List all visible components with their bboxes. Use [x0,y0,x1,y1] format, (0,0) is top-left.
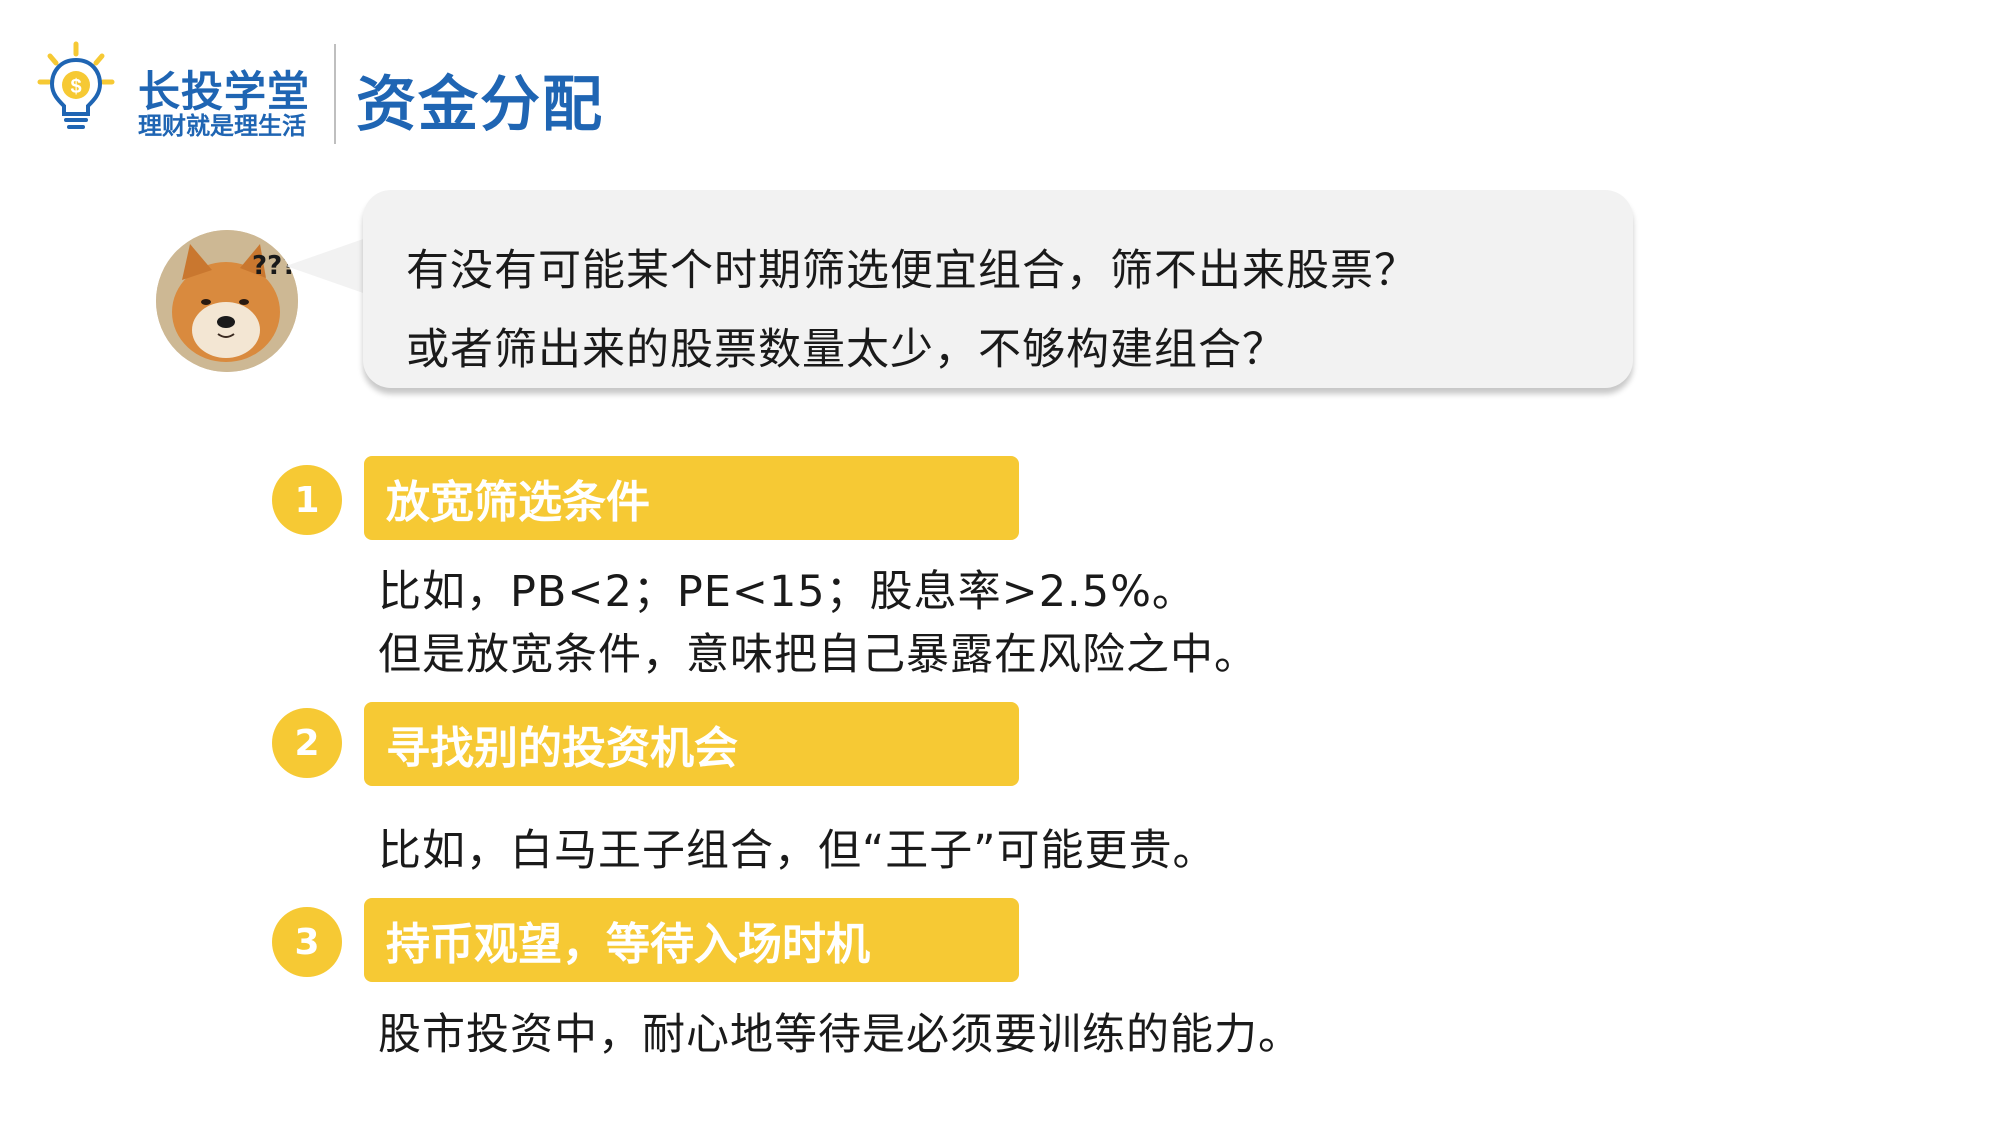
question-line-1: 有没有可能某个时期筛选便宜组合，筛不出来股票？ [406,246,1418,296]
option-1-line-1: 比如，PB<2；PE<15；股息率>2.5%。 [378,567,1196,617]
option-number-1: 1 [272,465,342,535]
svg-text:$: $ [70,76,81,98]
header-divider [334,44,336,144]
page-title: 资金分配 [356,70,604,140]
option-number-3: 3 [272,907,342,977]
option-title-2: 寻找别的投资机会 [364,702,1019,786]
option-title-3: 持币观望，等待入场时机 [364,898,1019,982]
lightbulb-dollar-icon: $ [36,38,146,148]
confused-shiba-dog-avatar: ??? [156,230,298,372]
option-1-line-2: 但是放宽条件，意味把自己暴露在风险之中。 [378,630,1258,680]
option-title-1: 放宽筛选条件 [364,456,1019,540]
brand-slogan: 理财就是理生活 [138,112,306,140]
question-line-2: 或者筛出来的股票数量太少，不够构建组合？ [406,325,1286,375]
option-number-2: 2 [272,708,342,778]
bubble-tail [286,238,366,294]
option-2-line-1: 比如，白马王子组合，但“王子”可能更贵。 [378,826,1217,876]
option-3-line-1: 股市投资中，耐心地等待是必须要训练的能力。 [378,1010,1302,1060]
